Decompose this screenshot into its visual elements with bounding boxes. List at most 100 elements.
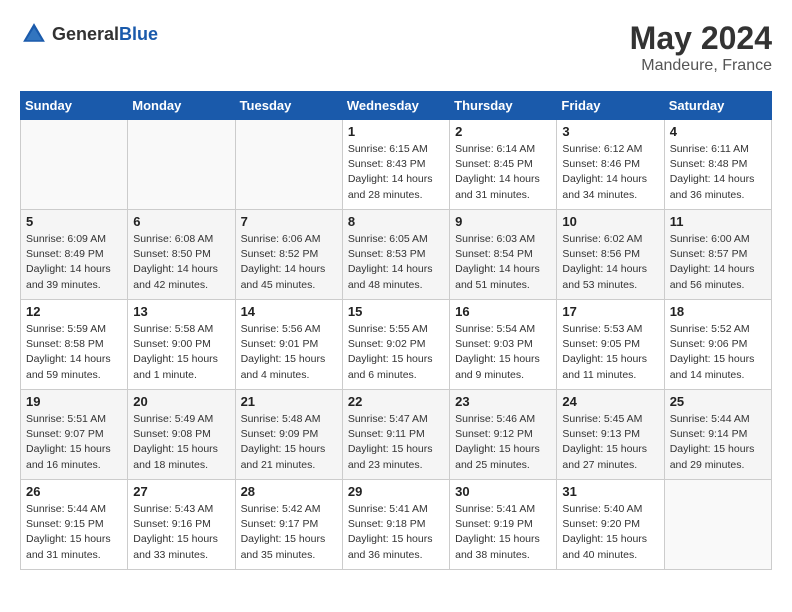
- day-number: 8: [348, 214, 444, 229]
- calendar-table: SundayMondayTuesdayWednesdayThursdayFrid…: [20, 91, 772, 570]
- calendar-day-cell: [128, 120, 235, 210]
- day-detail: Sunrise: 6:03 AM Sunset: 8:54 PM Dayligh…: [455, 232, 551, 293]
- day-of-week-header: Thursday: [450, 92, 557, 120]
- day-number: 21: [241, 394, 337, 409]
- day-detail: Sunrise: 5:46 AM Sunset: 9:12 PM Dayligh…: [455, 412, 551, 473]
- day-of-week-header: Tuesday: [235, 92, 342, 120]
- day-detail: Sunrise: 5:58 AM Sunset: 9:00 PM Dayligh…: [133, 322, 229, 383]
- day-number: 18: [670, 304, 766, 319]
- day-number: 16: [455, 304, 551, 319]
- day-detail: Sunrise: 5:55 AM Sunset: 9:02 PM Dayligh…: [348, 322, 444, 383]
- calendar-day-cell: 30 Sunrise: 5:41 AM Sunset: 9:19 PM Dayli…: [450, 480, 557, 570]
- day-detail: Sunrise: 5:47 AM Sunset: 9:11 PM Dayligh…: [348, 412, 444, 473]
- calendar-week-row: 5 Sunrise: 6:09 AM Sunset: 8:49 PM Daylig…: [21, 210, 772, 300]
- calendar-day-cell: 19 Sunrise: 5:51 AM Sunset: 9:07 PM Dayli…: [21, 390, 128, 480]
- day-detail: Sunrise: 5:59 AM Sunset: 8:58 PM Dayligh…: [26, 322, 122, 383]
- calendar-week-row: 26 Sunrise: 5:44 AM Sunset: 9:15 PM Dayli…: [21, 480, 772, 570]
- day-number: 12: [26, 304, 122, 319]
- day-detail: Sunrise: 5:52 AM Sunset: 9:06 PM Dayligh…: [670, 322, 766, 383]
- day-detail: Sunrise: 6:05 AM Sunset: 8:53 PM Dayligh…: [348, 232, 444, 293]
- day-number: 2: [455, 124, 551, 139]
- calendar-day-cell: 21 Sunrise: 5:48 AM Sunset: 9:09 PM Dayli…: [235, 390, 342, 480]
- day-number: 9: [455, 214, 551, 229]
- day-detail: Sunrise: 6:02 AM Sunset: 8:56 PM Dayligh…: [562, 232, 658, 293]
- day-number: 19: [26, 394, 122, 409]
- day-number: 29: [348, 484, 444, 499]
- calendar-day-cell: [664, 480, 771, 570]
- calendar-location: Mandeure, France: [630, 57, 772, 75]
- calendar-day-cell: 10Sunrise: 6:02 AM Sunset: 8:56 PM Dayli…: [557, 210, 664, 300]
- day-number: 15: [348, 304, 444, 319]
- calendar-day-cell: 1 Sunrise: 6:15 AM Sunset: 8:43 PM Daylig…: [342, 120, 449, 210]
- day-number: 20: [133, 394, 229, 409]
- calendar-title: May 2024: [630, 20, 772, 57]
- day-number: 27: [133, 484, 229, 499]
- day-of-week-header: Sunday: [21, 92, 128, 120]
- day-number: 28: [241, 484, 337, 499]
- day-detail: Sunrise: 6:00 AM Sunset: 8:57 PM Dayligh…: [670, 232, 766, 293]
- calendar-day-cell: 16Sunrise: 5:54 AM Sunset: 9:03 PM Dayli…: [450, 300, 557, 390]
- day-number: 7: [241, 214, 337, 229]
- calendar-day-cell: 7 Sunrise: 6:06 AM Sunset: 8:52 PM Daylig…: [235, 210, 342, 300]
- calendar-day-cell: 28 Sunrise: 5:42 AM Sunset: 9:17 PM Dayli…: [235, 480, 342, 570]
- day-detail: Sunrise: 6:15 AM Sunset: 8:43 PM Dayligh…: [348, 142, 444, 203]
- calendar-week-row: 1 Sunrise: 6:15 AM Sunset: 8:43 PM Daylig…: [21, 120, 772, 210]
- calendar-day-cell: 25 Sunrise: 5:44 AM Sunset: 9:14 PM Dayli…: [664, 390, 771, 480]
- day-number: 3: [562, 124, 658, 139]
- calendar-day-cell: 8 Sunrise: 6:05 AM Sunset: 8:53 PM Daylig…: [342, 210, 449, 300]
- day-detail: Sunrise: 5:48 AM Sunset: 9:09 PM Dayligh…: [241, 412, 337, 473]
- calendar-day-cell: 9 Sunrise: 6:03 AM Sunset: 8:54 PM Daylig…: [450, 210, 557, 300]
- day-number: 30: [455, 484, 551, 499]
- day-number: 26: [26, 484, 122, 499]
- day-number: 31: [562, 484, 658, 499]
- title-block: May 2024 Mandeure, France: [630, 20, 772, 75]
- calendar-day-cell: 15 Sunrise: 5:55 AM Sunset: 9:02 PM Dayli…: [342, 300, 449, 390]
- day-detail: Sunrise: 5:40 AM Sunset: 9:20 PM Dayligh…: [562, 502, 658, 563]
- day-detail: Sunrise: 6:11 AM Sunset: 8:48 PM Dayligh…: [670, 142, 766, 203]
- day-detail: Sunrise: 6:06 AM Sunset: 8:52 PM Dayligh…: [241, 232, 337, 293]
- day-detail: Sunrise: 5:44 AM Sunset: 9:14 PM Dayligh…: [670, 412, 766, 473]
- calendar-day-cell: 4 Sunrise: 6:11 AM Sunset: 8:48 PM Daylig…: [664, 120, 771, 210]
- day-of-week-header: Saturday: [664, 92, 771, 120]
- day-detail: Sunrise: 6:12 AM Sunset: 8:46 PM Dayligh…: [562, 142, 658, 203]
- calendar-day-cell: 26 Sunrise: 5:44 AM Sunset: 9:15 PM Dayli…: [21, 480, 128, 570]
- calendar-day-cell: 18 Sunrise: 5:52 AM Sunset: 9:06 PM Dayli…: [664, 300, 771, 390]
- page-header: GeneralBlue May 2024 Mandeure, France: [20, 20, 772, 75]
- day-number: 6: [133, 214, 229, 229]
- day-detail: Sunrise: 5:41 AM Sunset: 9:18 PM Dayligh…: [348, 502, 444, 563]
- day-of-week-header: Friday: [557, 92, 664, 120]
- day-number: 4: [670, 124, 766, 139]
- day-detail: Sunrise: 5:51 AM Sunset: 9:07 PM Dayligh…: [26, 412, 122, 473]
- day-number: 23: [455, 394, 551, 409]
- calendar-day-cell: 12 Sunrise: 5:59 AM Sunset: 8:58 PM Dayli…: [21, 300, 128, 390]
- day-detail: Sunrise: 6:08 AM Sunset: 8:50 PM Dayligh…: [133, 232, 229, 293]
- day-number: 22: [348, 394, 444, 409]
- day-detail: Sunrise: 6:14 AM Sunset: 8:45 PM Dayligh…: [455, 142, 551, 203]
- day-detail: Sunrise: 5:44 AM Sunset: 9:15 PM Dayligh…: [26, 502, 122, 563]
- logo-blue: Blue: [119, 24, 158, 44]
- calendar-day-cell: 6 Sunrise: 6:08 AM Sunset: 8:50 PM Daylig…: [128, 210, 235, 300]
- calendar-day-cell: 17Sunrise: 5:53 AM Sunset: 9:05 PM Dayli…: [557, 300, 664, 390]
- logo-icon: [20, 20, 48, 48]
- calendar-day-cell: 31 Sunrise: 5:40 AM Sunset: 9:20 PM Dayli…: [557, 480, 664, 570]
- calendar-day-cell: 2 Sunrise: 6:14 AM Sunset: 8:45 PM Daylig…: [450, 120, 557, 210]
- calendar-day-cell: 29 Sunrise: 5:41 AM Sunset: 9:18 PM Dayli…: [342, 480, 449, 570]
- calendar-day-cell: 14Sunrise: 5:56 AM Sunset: 9:01 PM Dayli…: [235, 300, 342, 390]
- day-of-week-header: Wednesday: [342, 92, 449, 120]
- day-number: 25: [670, 394, 766, 409]
- day-detail: Sunrise: 5:42 AM Sunset: 9:17 PM Dayligh…: [241, 502, 337, 563]
- day-of-week-header: Monday: [128, 92, 235, 120]
- day-detail: Sunrise: 5:41 AM Sunset: 9:19 PM Dayligh…: [455, 502, 551, 563]
- calendar-day-cell: [21, 120, 128, 210]
- day-detail: Sunrise: 5:56 AM Sunset: 9:01 PM Dayligh…: [241, 322, 337, 383]
- day-number: 5: [26, 214, 122, 229]
- calendar-day-cell: 13Sunrise: 5:58 AM Sunset: 9:00 PM Dayli…: [128, 300, 235, 390]
- day-detail: Sunrise: 5:49 AM Sunset: 9:08 PM Dayligh…: [133, 412, 229, 473]
- logo: GeneralBlue: [20, 20, 158, 48]
- day-detail: Sunrise: 6:09 AM Sunset: 8:49 PM Dayligh…: [26, 232, 122, 293]
- day-number: 1: [348, 124, 444, 139]
- calendar-day-cell: 20 Sunrise: 5:49 AM Sunset: 9:08 PM Dayli…: [128, 390, 235, 480]
- day-number: 24: [562, 394, 658, 409]
- calendar-day-cell: 3 Sunrise: 6:12 AM Sunset: 8:46 PM Daylig…: [557, 120, 664, 210]
- day-number: 11: [670, 214, 766, 229]
